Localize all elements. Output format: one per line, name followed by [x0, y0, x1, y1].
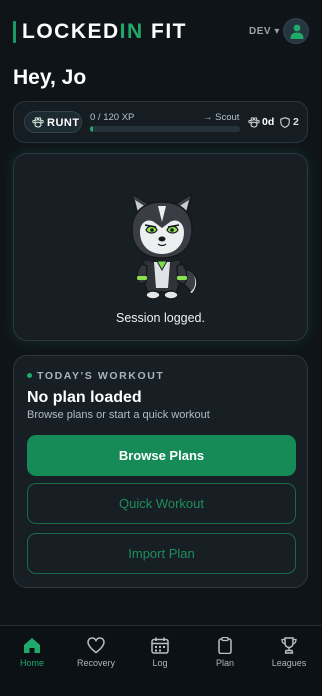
rank-label: RUNT — [47, 117, 80, 129]
rank-badge[interactable]: RUNT — [24, 111, 82, 133]
workout-title: No plan loaded — [27, 389, 142, 406]
shield-icon — [280, 117, 290, 128]
profile-avatar-button[interactable] — [283, 18, 309, 44]
app-header: LOCKEDIN FIT DEV ▾ — [0, 0, 322, 62]
app-logo: LOCKEDIN FIT — [22, 20, 187, 43]
paw-icon — [32, 117, 44, 128]
trophy-icon — [281, 637, 297, 654]
home-icon — [24, 638, 40, 653]
workout-subtitle: Browse plans or start a quick workout — [27, 409, 210, 421]
greeting-heading: Hey, Jo — [13, 66, 87, 89]
xp-counter: 0 / 120 XP — [90, 112, 135, 123]
clipboard-icon — [218, 637, 232, 654]
calendar-icon — [151, 637, 169, 654]
tab-plan[interactable]: Plan — [193, 626, 257, 696]
tab-label: Leagues — [271, 658, 307, 668]
xp-progress-fill — [90, 126, 93, 132]
streak-value: 0d — [262, 116, 275, 128]
import-plan-button[interactable]: Import Plan — [27, 533, 296, 574]
mascot-card: Session logged. — [13, 153, 308, 341]
shield-value: 2 — [293, 116, 299, 128]
todays-workout-card: TODAY'S WORKOUT No plan loaded Browse pl… — [13, 355, 308, 588]
status-dot — [27, 373, 32, 378]
quick-workout-button[interactable]: Quick Workout — [27, 483, 296, 524]
xp-progress-bar — [90, 126, 240, 132]
browse-plans-button[interactable]: Browse Plans — [27, 435, 296, 476]
tab-label: Home — [19, 658, 44, 668]
paw-icon — [248, 117, 260, 128]
environment-dropdown[interactable]: DEV ▾ — [249, 26, 280, 37]
session-status-message: Session logged. — [116, 311, 205, 325]
xp-progress-card[interactable]: RUNT 0 / 120 XP → Scout 0d 2 — [13, 101, 308, 143]
tab-label: Plan — [215, 658, 234, 668]
tab-recovery[interactable]: Recovery — [64, 626, 128, 696]
tab-leagues[interactable]: Leagues — [257, 626, 321, 696]
heart-icon — [87, 637, 105, 654]
brand-accent-bar — [13, 21, 16, 43]
section-label: TODAY'S WORKOUT — [37, 370, 165, 382]
tab-log[interactable]: Log — [128, 626, 192, 696]
user-icon — [290, 24, 304, 39]
bottom-tab-bar: Home Recovery Log Plan Leagues — [0, 625, 322, 696]
husky-mascot-icon — [130, 192, 198, 300]
next-rank-label: → Scout — [203, 112, 240, 123]
tab-label: Recovery — [76, 658, 115, 668]
tab-label: Log — [152, 658, 168, 668]
tab-home[interactable]: Home — [0, 626, 64, 696]
